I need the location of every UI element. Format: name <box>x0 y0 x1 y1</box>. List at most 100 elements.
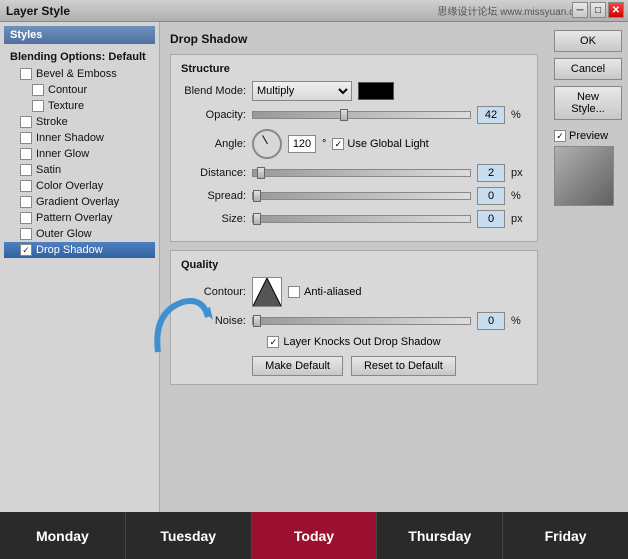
title-bar: Layer Style 思缘设计论坛 www.missyuan.com ─ □ … <box>0 0 628 22</box>
new-style-button[interactable]: New Style... <box>554 86 622 120</box>
structure-title: Structure <box>181 63 527 75</box>
close-button[interactable]: ✕ <box>608 2 624 18</box>
sidebar-item-satin[interactable]: Satin <box>4 162 155 178</box>
dialog-body: Styles Blending Options: Default Bevel &… <box>0 22 628 512</box>
sidebar-item-outer-glow[interactable]: Outer Glow <box>4 226 155 242</box>
noise-row: Noise: 0 % <box>181 312 527 330</box>
blending-options-section[interactable]: Blending Options: Default <box>4 48 155 66</box>
minimize-button[interactable]: ─ <box>572 2 588 18</box>
preview-section: Preview <box>554 130 622 206</box>
preview-checkbox[interactable] <box>554 130 566 142</box>
sidebar-item-bevel-emboss[interactable]: Bevel & Emboss <box>4 66 155 82</box>
content-area: Drop Shadow Structure Blend Mode: Multip… <box>160 22 548 512</box>
calendar-thursday[interactable]: Thursday <box>377 512 503 559</box>
ok-button[interactable]: OK <box>554 30 622 52</box>
calendar-monday[interactable]: Monday <box>0 512 126 559</box>
bottom-buttons: Make Default Reset to Default <box>181 356 527 376</box>
sidebar-item-stroke[interactable]: Stroke <box>4 114 155 130</box>
calendar-today[interactable]: Today <box>252 512 378 559</box>
color-overlay-label: Color Overlay <box>36 180 103 192</box>
calendar-tuesday[interactable]: Tuesday <box>126 512 252 559</box>
sidebar-item-drop-shadow[interactable]: Drop Shadow <box>4 242 155 258</box>
distance-slider-thumb[interactable] <box>257 167 265 179</box>
texture-label: Texture <box>48 100 84 112</box>
inner-shadow-checkbox[interactable] <box>20 132 32 144</box>
sidebar-item-gradient-overlay[interactable]: Gradient Overlay <box>4 194 155 210</box>
angle-label: Angle: <box>181 138 246 150</box>
color-overlay-checkbox[interactable] <box>20 180 32 192</box>
spread-label: Spread: <box>181 190 246 202</box>
blend-mode-select[interactable]: Multiply Normal Screen Overlay <box>252 81 352 101</box>
contour-label: Contour: <box>181 286 246 298</box>
bevel-emboss-label: Bevel & Emboss <box>36 68 117 80</box>
angle-input[interactable]: 120 <box>288 135 316 153</box>
layer-knocks-row: Layer Knocks Out Drop Shadow <box>181 336 527 348</box>
degree-symbol: ° <box>322 138 326 150</box>
title-bar-buttons: ─ □ ✕ <box>572 2 624 18</box>
sidebar-item-inner-glow[interactable]: Inner Glow <box>4 146 155 162</box>
opacity-row: Opacity: 42 % <box>181 106 527 124</box>
stroke-checkbox[interactable] <box>20 116 32 128</box>
preview-label: Preview <box>569 130 608 142</box>
noise-slider-thumb[interactable] <box>253 315 261 327</box>
pattern-overlay-checkbox[interactable] <box>20 212 32 224</box>
size-label: Size: <box>181 213 246 225</box>
contour-preview[interactable] <box>252 277 282 307</box>
preview-box <box>554 146 614 206</box>
layer-knocks-checkbox[interactable] <box>267 336 279 348</box>
shadow-color-swatch[interactable] <box>358 82 394 100</box>
sidebar-item-contour[interactable]: Contour <box>4 82 155 98</box>
drop-shadow-checkbox[interactable] <box>20 244 32 256</box>
inner-glow-checkbox[interactable] <box>20 148 32 160</box>
inner-glow-label: Inner Glow <box>36 148 89 160</box>
drop-shadow-title: Drop Shadow <box>170 32 538 46</box>
size-slider-thumb[interactable] <box>253 213 261 225</box>
satin-checkbox[interactable] <box>20 164 32 176</box>
inner-shadow-label: Inner Shadow <box>36 132 104 144</box>
size-slider-track[interactable] <box>252 215 471 223</box>
spread-slider-track[interactable] <box>252 192 471 200</box>
opacity-slider-thumb[interactable] <box>340 109 348 121</box>
drop-shadow-label: Drop Shadow <box>36 244 103 256</box>
distance-row: Distance: 2 px <box>181 164 527 182</box>
outer-glow-checkbox[interactable] <box>20 228 32 240</box>
size-input[interactable]: 0 <box>477 210 505 228</box>
pattern-overlay-label: Pattern Overlay <box>36 212 112 224</box>
cancel-button[interactable]: Cancel <box>554 58 622 80</box>
angle-dial[interactable] <box>252 129 282 159</box>
distance-unit: px <box>511 167 527 179</box>
gradient-overlay-checkbox[interactable] <box>20 196 32 208</box>
spread-input[interactable]: 0 <box>477 187 505 205</box>
maximize-button[interactable]: □ <box>590 2 606 18</box>
opacity-input[interactable]: 42 <box>477 106 505 124</box>
global-light-checkbox-label[interactable]: Use Global Light <box>332 138 428 150</box>
global-light-checkbox[interactable] <box>332 138 344 150</box>
contour-checkbox[interactable] <box>32 84 44 96</box>
anti-alias-checkbox[interactable] <box>288 286 300 298</box>
quality-panel: Quality Contour: Anti-aliased <box>170 250 538 385</box>
noise-unit: % <box>511 315 527 327</box>
spread-slider-thumb[interactable] <box>253 190 261 202</box>
distance-input[interactable]: 2 <box>477 164 505 182</box>
reset-to-default-button[interactable]: Reset to Default <box>351 356 456 376</box>
sidebar-item-color-overlay[interactable]: Color Overlay <box>4 178 155 194</box>
calendar-bar: Monday Tuesday Today Thursday Friday <box>0 512 628 559</box>
noise-slider-track[interactable] <box>252 317 471 325</box>
contour-label: Contour <box>48 84 87 96</box>
make-default-button[interactable]: Make Default <box>252 356 343 376</box>
sidebar-item-inner-shadow[interactable]: Inner Shadow <box>4 130 155 146</box>
texture-checkbox[interactable] <box>32 100 44 112</box>
blend-mode-row: Blend Mode: Multiply Normal Screen Overl… <box>181 81 527 101</box>
noise-input[interactable]: 0 <box>477 312 505 330</box>
noise-label: Noise: <box>181 315 246 327</box>
calendar-friday[interactable]: Friday <box>503 512 628 559</box>
spread-slider-container <box>252 192 471 200</box>
angle-row: Angle: 120 ° Use Global Light <box>181 129 527 159</box>
distance-slider-track[interactable] <box>252 169 471 177</box>
preview-checkbox-label[interactable]: Preview <box>554 130 608 142</box>
spread-row: Spread: 0 % <box>181 187 527 205</box>
opacity-slider-track[interactable] <box>252 111 471 119</box>
sidebar-item-texture[interactable]: Texture <box>4 98 155 114</box>
sidebar-item-pattern-overlay[interactable]: Pattern Overlay <box>4 210 155 226</box>
bevel-emboss-checkbox[interactable] <box>20 68 32 80</box>
